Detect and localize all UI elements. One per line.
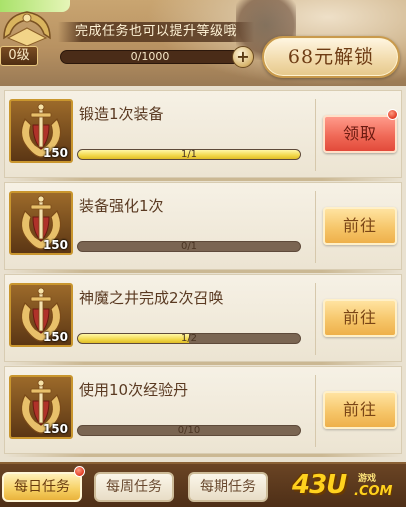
- xp-progress-text: 0/1000: [130, 50, 170, 63]
- reward-count: 150: [42, 238, 68, 252]
- task-title: 锻造1次装备: [79, 105, 164, 123]
- task-card: 150 锻造1次装备 1/1 领取: [4, 90, 402, 181]
- tab-period-tasks[interactable]: 每期任务: [188, 472, 268, 502]
- go-button[interactable]: 前往: [323, 207, 397, 245]
- task-progress-bar: 0/1: [77, 241, 301, 252]
- tab-daily-tasks[interactable]: 每日任务: [2, 472, 82, 502]
- level-medal-icon: [3, 11, 51, 47]
- reward-count: 150: [42, 330, 68, 344]
- task-list: 150 锻造1次装备 1/1 领取 150 装备强化1次 0/1 前往 150 …: [0, 86, 406, 462]
- task-card: 150 装备强化1次 0/1 前往: [4, 182, 402, 273]
- task-progress-text: 0/10: [177, 425, 201, 436]
- level-label: 0级: [0, 46, 38, 66]
- add-xp-button[interactable]: +: [232, 46, 254, 68]
- notification-dot: [387, 109, 398, 120]
- go-button[interactable]: 前往: [323, 299, 397, 337]
- site-logo: 43U 游戏 .COM: [292, 468, 402, 506]
- logo-small-text: 游戏: [358, 474, 377, 484]
- logo-main-text: 43U: [292, 470, 347, 500]
- reward-item[interactable]: 150: [9, 375, 73, 439]
- go-button[interactable]: 前往: [323, 391, 397, 429]
- xp-progress-bar: 0/1000: [60, 50, 240, 64]
- card-divider: [315, 191, 316, 263]
- card-divider: [315, 375, 316, 447]
- reward-item[interactable]: 150: [9, 191, 73, 255]
- reward-count: 150: [42, 146, 68, 160]
- card-divider: [315, 99, 316, 171]
- notification-dot: [74, 466, 85, 477]
- tab-weekly-tasks[interactable]: 每周任务: [94, 472, 174, 502]
- unlock-button[interactable]: 68元解锁: [262, 36, 400, 78]
- task-progress-bar: 1/1: [77, 149, 301, 160]
- task-progress-text: 0/1: [180, 241, 198, 252]
- task-progress-bar: 0/10: [77, 425, 301, 436]
- reward-item[interactable]: 150: [9, 283, 73, 347]
- task-title: 神魔之井完成2次召唤: [79, 289, 224, 307]
- task-title: 装备强化1次: [79, 197, 164, 215]
- hint-text: 完成任务也可以提升等级哦: [58, 22, 254, 42]
- bottom-tab-bar: 每日任务 每周任务 每期任务 43U 游戏 .COM: [0, 462, 406, 507]
- task-card: 150 神魔之井完成2次召唤 1/2 前往: [4, 274, 402, 365]
- task-title: 使用10次经验丹: [79, 381, 189, 399]
- task-progress-bar: 1/2: [77, 333, 301, 344]
- card-divider: [315, 283, 316, 355]
- claim-button[interactable]: 领取: [323, 115, 397, 153]
- header-banner: 0级 完成任务也可以提升等级哦 0/1000 + 68元解锁: [0, 0, 406, 86]
- task-progress-text: 1/1: [180, 149, 198, 160]
- reward-item[interactable]: 150: [9, 99, 73, 163]
- reward-count: 150: [42, 422, 68, 436]
- logo-suffix-text: .COM: [354, 484, 393, 499]
- task-progress-text: 1/2: [180, 333, 198, 344]
- task-card: 150 使用10次经验丹 0/10 前往: [4, 366, 402, 457]
